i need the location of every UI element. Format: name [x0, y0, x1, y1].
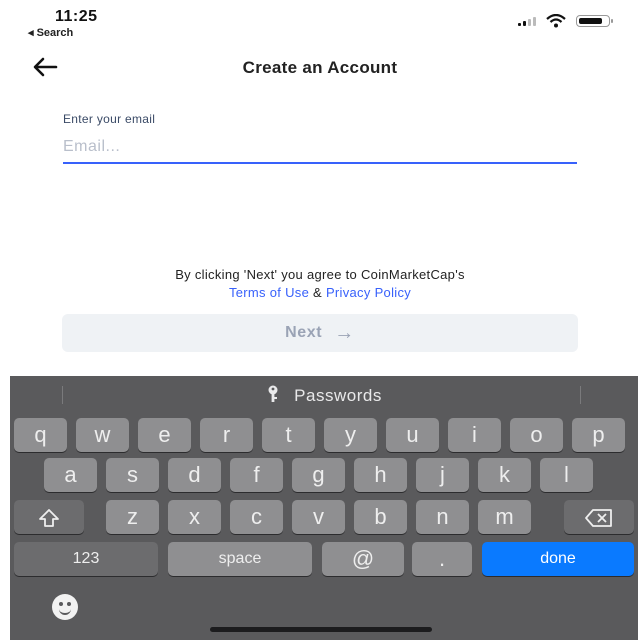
battery-level — [579, 18, 602, 24]
key-t[interactable]: t — [262, 418, 315, 452]
wifi-icon — [546, 14, 566, 28]
emoji-icon[interactable] — [52, 594, 78, 620]
next-button[interactable]: Next → — [62, 314, 578, 352]
status-time: 11:25 — [55, 8, 98, 25]
key-m[interactable]: m — [478, 500, 531, 534]
next-button-label: Next — [285, 324, 323, 341]
shift-icon — [39, 509, 59, 528]
shift-key[interactable] — [14, 500, 84, 534]
key-a[interactable]: a — [44, 458, 97, 492]
passwords-suggestion[interactable]: Passwords — [10, 385, 638, 406]
space-key[interactable]: space — [168, 542, 312, 576]
keyboard-suggestion-bar: Passwords — [10, 376, 638, 414]
key-e[interactable]: e — [138, 418, 191, 452]
terms-text: By clicking 'Next' you agree to CoinMark… — [175, 267, 465, 282]
key-h[interactable]: h — [354, 458, 407, 492]
key-icon — [268, 385, 278, 402]
delete-key[interactable] — [564, 500, 634, 534]
done-key[interactable]: done — [482, 542, 634, 576]
key-f[interactable]: f — [230, 458, 283, 492]
key-y[interactable]: y — [324, 418, 377, 452]
passwords-label: Passwords — [294, 386, 382, 405]
status-icons — [518, 14, 613, 28]
key-n[interactable]: n — [416, 500, 469, 534]
key-o[interactable]: o — [510, 418, 563, 452]
key-z[interactable]: z — [106, 500, 159, 534]
battery-icon — [576, 15, 613, 27]
terms-ampersand: & — [313, 285, 323, 300]
key-x[interactable]: x — [168, 500, 221, 534]
key-c[interactable]: c — [230, 500, 283, 534]
key-d[interactable]: d — [168, 458, 221, 492]
cellular-signal-icon — [518, 16, 536, 26]
dot-key[interactable]: . — [412, 542, 472, 576]
nav-bar: Create an Account — [0, 50, 640, 86]
backspace-icon — [585, 509, 612, 528]
key-q[interactable]: q — [14, 418, 67, 452]
key-l[interactable]: l — [540, 458, 593, 492]
email-label: Enter your email — [63, 112, 156, 126]
status-bar: 11:25 ◂ Search — [0, 0, 640, 44]
email-input[interactable] — [63, 132, 577, 164]
key-i[interactable]: i — [448, 418, 501, 452]
at-key[interactable]: @ — [322, 542, 404, 576]
key-g[interactable]: g — [292, 458, 345, 492]
numbers-key[interactable]: 123 — [14, 542, 158, 576]
privacy-policy-link[interactable]: Privacy Policy — [326, 285, 411, 300]
terms-of-use-link[interactable]: Terms of Use — [229, 285, 309, 300]
home-indicator — [210, 627, 432, 632]
key-w[interactable]: w — [76, 418, 129, 452]
key-r[interactable]: r — [200, 418, 253, 452]
page-title: Create an Account — [242, 58, 398, 77]
key-v[interactable]: v — [292, 500, 345, 534]
terms-notice: By clicking 'Next' you agree to CoinMark… — [0, 266, 640, 302]
key-u[interactable]: u — [386, 418, 439, 452]
key-k[interactable]: k — [478, 458, 531, 492]
key-p[interactable]: p — [572, 418, 625, 452]
key-b[interactable]: b — [354, 500, 407, 534]
arrow-right-icon: → — [334, 321, 355, 344]
key-j[interactable]: j — [416, 458, 469, 492]
key-s[interactable]: s — [106, 458, 159, 492]
keyboard: Passwords q w e r t y u i o p a s d f g h j k l z x c v b n m 123 s… — [10, 376, 638, 640]
back-to-search-link[interactable]: ◂ Search — [28, 26, 73, 39]
